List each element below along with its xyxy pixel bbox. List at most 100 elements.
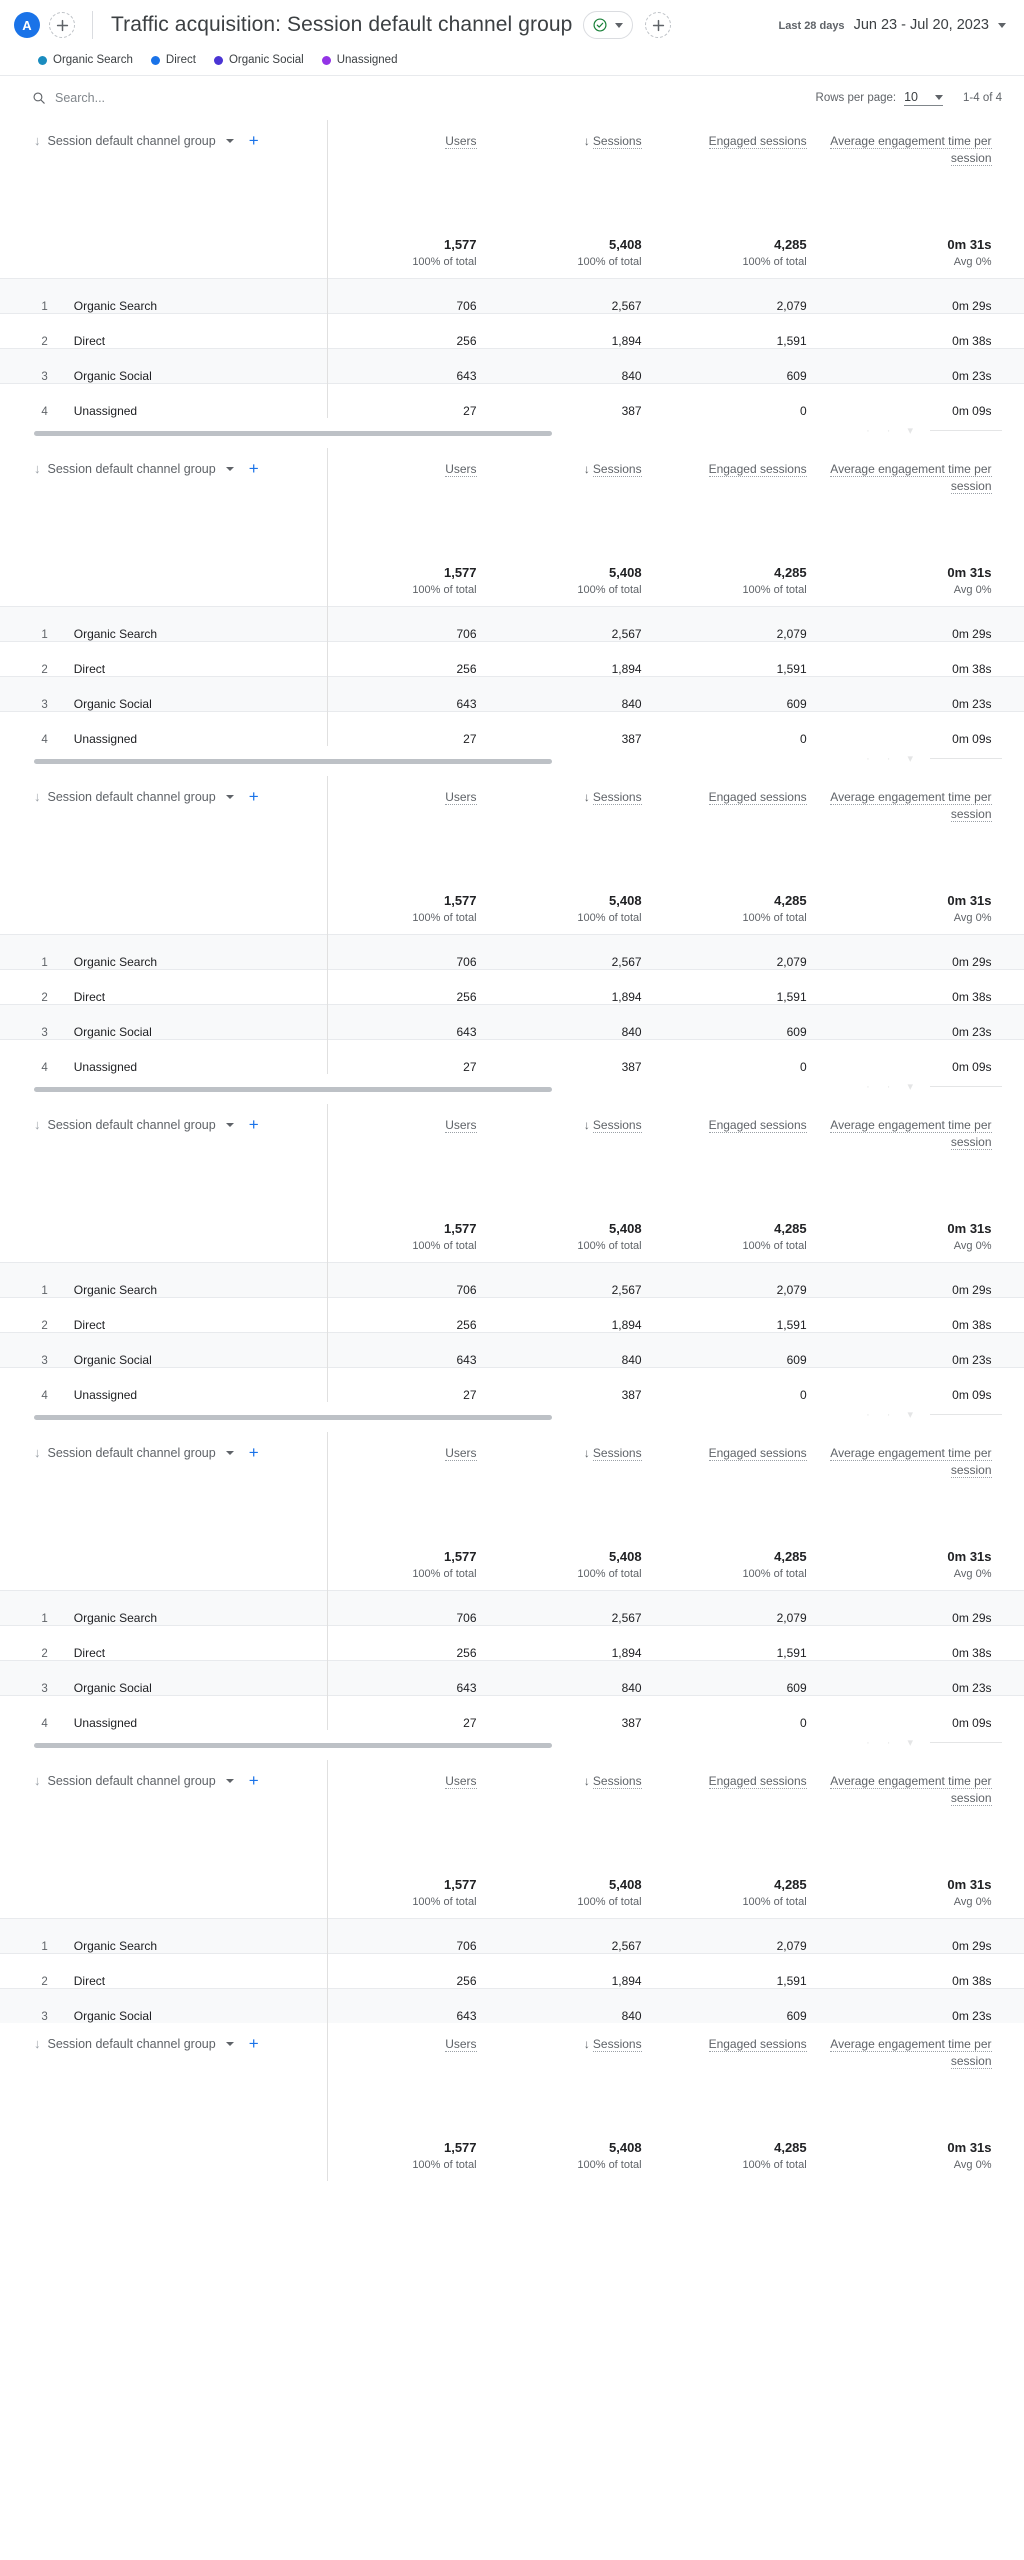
column-header-avg-engagement-time[interactable]: Average engagement time per session [823, 1432, 1008, 1538]
row-dimension[interactable]: Organic Social [60, 347, 328, 383]
column-header-users[interactable]: Users [327, 776, 492, 882]
dimension-column-header[interactable]: ↓ Session default channel group + [0, 2023, 328, 2129]
chevron-down-icon[interactable] [225, 2041, 234, 2046]
row-dimension[interactable]: Direct [60, 312, 328, 348]
row-dimension[interactable]: Unassigned [60, 1038, 328, 1074]
row-dimension[interactable]: Organic Social [60, 1987, 328, 2023]
sort-descending-icon[interactable]: ↓ [584, 134, 590, 148]
row-dimension[interactable]: Unassigned [60, 710, 328, 746]
chevron-down-icon[interactable] [225, 794, 234, 799]
column-header-engaged-sessions[interactable]: Engaged sessions [658, 1104, 823, 1210]
column-header-users[interactable]: Users [327, 1760, 492, 1866]
horizontal-scrollbar[interactable] [34, 1087, 552, 1092]
column-header-truncated[interactable]: s [1008, 1104, 1024, 1210]
sort-descending-icon[interactable]: ↓ [584, 2037, 590, 2051]
add-dimension-button[interactable]: + [249, 788, 259, 805]
column-header-sessions[interactable]: ↓ Sessions [493, 1104, 658, 1210]
table-row[interactable]: 3 Organic Social 643 840 609 0m 23s [0, 1003, 1024, 1039]
row-dimension[interactable]: Direct [60, 1952, 328, 1988]
add-dimension-button[interactable]: + [249, 2035, 259, 2052]
row-dimension[interactable]: Organic Search [60, 605, 328, 641]
row-dimension[interactable]: Direct [60, 968, 328, 1004]
column-header-users[interactable]: Users [327, 1104, 492, 1210]
column-header-avg-engagement-time[interactable]: Average engagement time per session [823, 1104, 1008, 1210]
dimension-column-header[interactable]: ↓ Session default channel group + [0, 776, 328, 882]
rows-per-page-control[interactable]: Rows per page: 10 [816, 90, 943, 106]
table-row[interactable]: 2 Direct 256 1,894 1,591 0m 38s [0, 312, 1024, 348]
row-dimension[interactable]: Organic Search [60, 933, 328, 969]
table-row[interactable]: 2 Direct 256 1,894 1,591 0m 38s [0, 968, 1024, 1004]
sort-descending-icon[interactable]: ↓ [34, 462, 41, 475]
column-header-avg-engagement-time[interactable]: Average engagement time per session [823, 776, 1008, 882]
add-dimension-button[interactable]: + [249, 460, 259, 477]
dimension-column-header[interactable]: ↓ Session default channel group + [0, 1432, 328, 1538]
horizontal-scrollbar[interactable] [34, 1743, 552, 1748]
horizontal-scrollbar[interactable] [34, 1415, 552, 1420]
add-comparison-button[interactable] [645, 12, 672, 38]
row-dimension[interactable]: Direct [60, 640, 328, 676]
table-row[interactable]: 1 Organic Search 706 2,567 2,079 0m 29s [0, 1589, 1024, 1625]
column-header-users[interactable]: Users [327, 448, 492, 554]
column-header-truncated[interactable]: s [1008, 776, 1024, 882]
column-header-sessions[interactable]: ↓ Sessions [493, 1760, 658, 1866]
date-range-picker[interactable]: Last 28 days Jun 23 - Jul 20, 2023 [779, 17, 1008, 33]
row-dimension[interactable]: Organic Search [60, 1589, 328, 1625]
table-row[interactable]: 2 Direct 256 1,894 1,591 0m 38s [0, 1296, 1024, 1332]
column-header-sessions[interactable]: ↓ Sessions [493, 448, 658, 554]
dimension-column-header[interactable]: ↓ Session default channel group + [0, 120, 328, 226]
dimension-column-header[interactable]: ↓ Session default channel group + [0, 448, 328, 554]
column-header-engaged-sessions[interactable]: Engaged sessions [658, 1432, 823, 1538]
column-header-sessions[interactable]: ↓ Sessions [493, 2023, 658, 2129]
row-dimension[interactable]: Direct [60, 1624, 328, 1660]
column-header-avg-engagement-time[interactable]: Average engagement time per session [823, 2023, 1008, 2129]
column-header-avg-engagement-time[interactable]: Average engagement time per session [823, 448, 1008, 554]
legend-item-direct[interactable]: Direct [150, 54, 196, 66]
sort-descending-icon[interactable]: ↓ [34, 1118, 41, 1131]
table-row[interactable]: 4 Unassigned 27 387 0 0m 09s [0, 1366, 1024, 1402]
sort-descending-icon[interactable]: ↓ [584, 1446, 590, 1460]
table-row[interactable]: 1 Organic Search 706 2,567 2,079 0m 29s [0, 1917, 1024, 1953]
table-row[interactable]: 4 Unassigned 27 387 0 0m 09s [0, 710, 1024, 746]
horizontal-scrollbar[interactable] [34, 431, 552, 436]
sort-descending-icon[interactable]: ↓ [584, 1774, 590, 1788]
row-dimension[interactable]: Organic Social [60, 1003, 328, 1039]
column-header-avg-engagement-time[interactable]: Average engagement time per session [823, 120, 1008, 226]
legend-item-organic-search[interactable]: Organic Search [38, 54, 133, 66]
column-header-truncated[interactable]: s [1008, 1760, 1024, 1866]
sort-descending-icon[interactable]: ↓ [34, 134, 41, 147]
column-header-engaged-sessions[interactable]: Engaged sessions [658, 1760, 823, 1866]
column-header-sessions[interactable]: ↓ Sessions [493, 776, 658, 882]
column-header-users[interactable]: Users [327, 2023, 492, 2129]
row-dimension[interactable]: Organic Social [60, 675, 328, 711]
table-row[interactable]: 3 Organic Social 643 840 609 0m 23s [0, 347, 1024, 383]
add-dimension-button[interactable]: + [249, 132, 259, 149]
column-header-users[interactable]: Users [327, 120, 492, 226]
row-dimension[interactable]: Direct [60, 1296, 328, 1332]
dimension-column-header[interactable]: ↓ Session default channel group + [0, 1760, 328, 1866]
chevron-down-icon[interactable] [225, 1778, 234, 1783]
column-header-engaged-sessions[interactable]: Engaged sessions [658, 120, 823, 226]
add-account-button[interactable] [49, 12, 75, 38]
table-row[interactable]: 1 Organic Search 706 2,567 2,079 0m 29s [0, 605, 1024, 641]
dimension-column-header[interactable]: ↓ Session default channel group + [0, 1104, 328, 1210]
column-header-engaged-sessions[interactable]: Engaged sessions [658, 2023, 823, 2129]
table-row[interactable]: 1 Organic Search 706 2,567 2,079 0m 29s [0, 933, 1024, 969]
table-row[interactable]: 1 Organic Search 706 2,567 2,079 0m 29s [0, 277, 1024, 313]
column-header-engaged-sessions[interactable]: Engaged sessions [658, 776, 823, 882]
row-dimension[interactable]: Unassigned [60, 382, 328, 418]
sort-descending-icon[interactable]: ↓ [584, 1118, 590, 1132]
table-row[interactable]: 3 Organic Social 643 840 609 0m 23s [0, 1987, 1024, 2023]
chevron-down-icon[interactable] [225, 466, 234, 471]
horizontal-scrollbar[interactable] [34, 759, 552, 764]
chevron-down-icon[interactable] [225, 1450, 234, 1455]
column-header-truncated[interactable]: s [1008, 448, 1024, 554]
column-header-truncated[interactable]: s [1008, 1432, 1024, 1538]
row-dimension[interactable]: Organic Social [60, 1331, 328, 1367]
sort-descending-icon[interactable]: ↓ [34, 1446, 41, 1459]
row-dimension[interactable]: Organic Search [60, 277, 328, 313]
add-dimension-button[interactable]: + [249, 1444, 259, 1461]
chevron-down-icon[interactable] [225, 1122, 234, 1127]
row-dimension[interactable]: Unassigned [60, 1366, 328, 1402]
column-header-users[interactable]: Users [327, 1432, 492, 1538]
table-row[interactable]: 3 Organic Social 643 840 609 0m 23s [0, 675, 1024, 711]
